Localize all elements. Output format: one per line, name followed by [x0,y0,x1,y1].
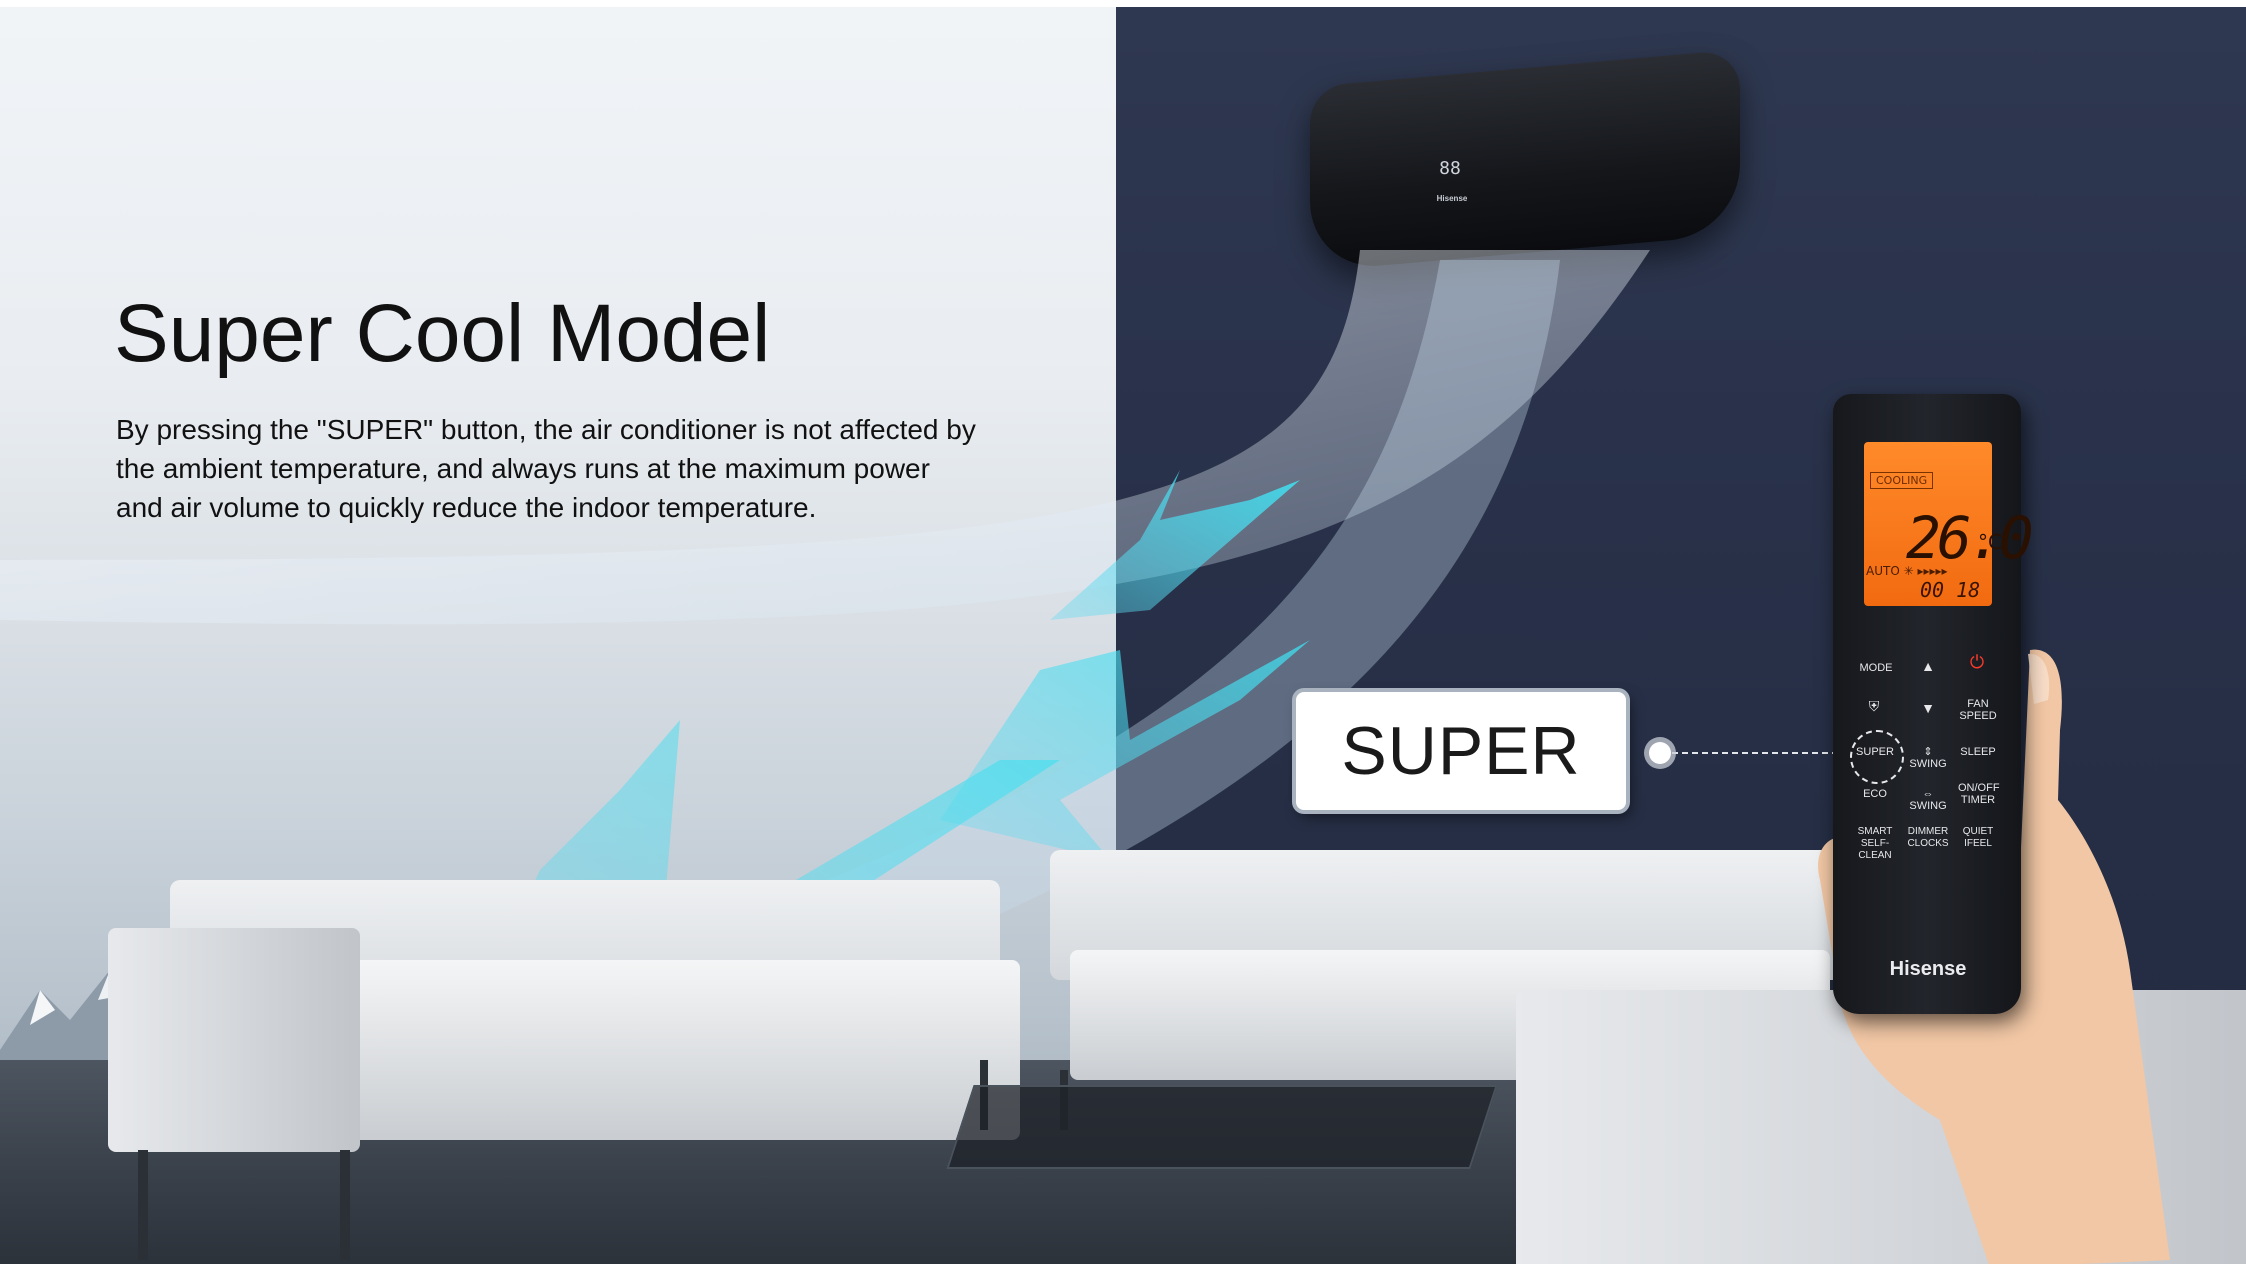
slide-canvas: 88 Hisense Super Cool Model By pressing … [0,0,2246,1268]
slide-description: By pressing the "SUPER" button, the air … [116,414,976,523]
lcd-mode-indicator: COOLING [1870,472,1934,489]
left-sofa-arm [108,928,360,1152]
remote-smart-button[interactable]: SMART SELF-CLEAN [1850,826,1900,862]
remote-down-button[interactable]: ▼ [1910,701,1946,715]
remote-horizontal-swing-button[interactable]: ⇔ SWING [1904,788,1952,812]
remote-mode-button[interactable]: MODE [1852,662,1900,674]
remote-onoff-timer-button[interactable]: ON/OFF TIMER [1958,782,2000,806]
remote-quiet-button[interactable]: QUIET IFEEL [1958,826,1998,850]
callout-connector-dot [1649,742,1671,764]
coffee-table [946,1085,1498,1169]
remote-super-button[interactable]: SUPER [1852,746,1898,758]
lcd-timer: 00 18 [1920,578,1981,602]
shield-icon[interactable]: ⛨ [1850,699,1898,713]
remote-eco-button[interactable]: ECO [1852,788,1898,800]
remote-vertical-swing-button[interactable]: ⇕ SWING [1904,746,1952,770]
bottom-border [0,1264,2246,1268]
lcd-fan-speed: AUTO ✳ ▸▸▸▸▸ [1866,564,1948,578]
lcd-temperature-unit: °C [1978,530,2002,554]
remote-sleep-button[interactable]: SLEEP [1958,746,1998,758]
left-sofa-leg [138,1150,148,1260]
lcd-temperature: 26.0 [1906,504,2034,572]
super-button-callout: SUPER [1296,692,1626,810]
remote-fan-speed-button[interactable]: FAN SPEED [1958,698,1998,722]
super-callout-label: SUPER [1341,713,1581,789]
left-sofa-leg [340,1150,350,1260]
remote-brand-logo: Hisense [1889,958,1967,980]
remote-power-button[interactable]: ⏻ [1962,653,1992,671]
remote-up-button[interactable]: ▲ [1910,659,1946,673]
remote-dimmer-button[interactable]: DIMMER CLOCKS [1904,826,1952,850]
slide-title: Super Cool Model [114,288,771,379]
